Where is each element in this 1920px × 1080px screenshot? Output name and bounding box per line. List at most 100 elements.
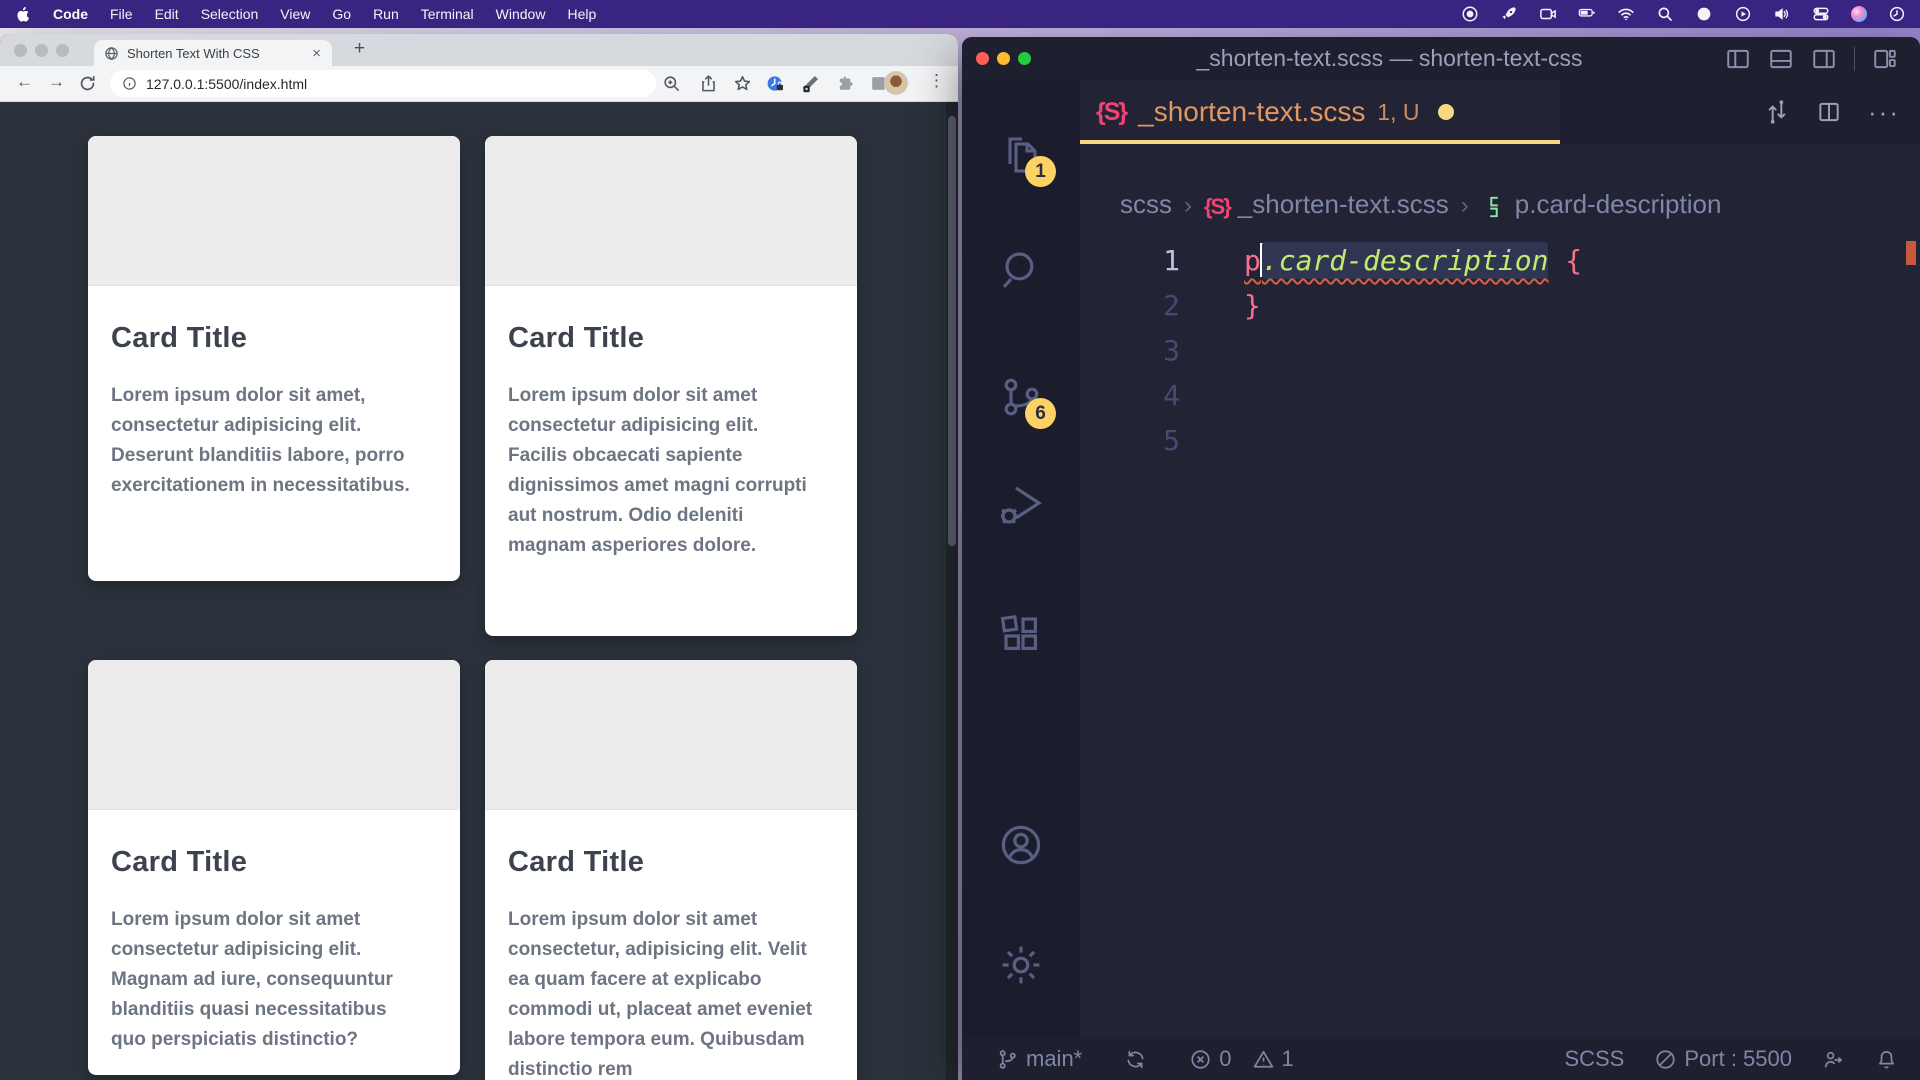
code-line[interactable]: 1 p.card-description { — [1080, 238, 1920, 283]
open-changes-icon[interactable] — [1764, 99, 1790, 125]
close-tab-icon[interactable]: × — [309, 45, 324, 62]
menu-app-name[interactable]: Code — [53, 6, 88, 22]
menu-item-selection[interactable]: Selection — [201, 6, 259, 22]
card: Card Title Lorem ipsum dolor sit amet co… — [485, 136, 857, 636]
card-image-placeholder — [88, 660, 460, 810]
minimize-window-button[interactable] — [35, 44, 48, 57]
warnings-icon — [1252, 1048, 1275, 1071]
breadcrumb-symbol[interactable]: p.card-description — [1515, 189, 1722, 220]
menu-item-file[interactable]: File — [110, 6, 133, 22]
breadcrumb-file[interactable]: _shorten-text.scss — [1238, 189, 1449, 220]
line-number[interactable]: 2 — [1080, 283, 1180, 328]
editor-tab[interactable]: {S} _shorten-text.scss 1, U — [1080, 80, 1560, 144]
toggle-secondary-sidebar-icon[interactable] — [1811, 46, 1837, 72]
code-line[interactable]: 3 — [1080, 328, 1920, 373]
minimize-window-button[interactable] — [997, 52, 1010, 65]
code-line[interactable]: 2 } — [1080, 283, 1920, 328]
customize-layout-icon[interactable] — [1872, 46, 1898, 72]
live-server-port-item[interactable]: Port : 5500 — [1654, 1046, 1792, 1072]
port-label: Port : 5500 — [1684, 1046, 1792, 1072]
close-window-button[interactable] — [14, 44, 27, 57]
share-icon[interactable] — [699, 74, 718, 93]
rocket-icon[interactable] — [1500, 5, 1518, 23]
menu-item-window[interactable]: Window — [496, 6, 546, 22]
close-window-button[interactable] — [976, 52, 989, 65]
unsaved-changes-dot[interactable] — [1438, 104, 1454, 120]
new-tab-button[interactable]: + — [348, 38, 371, 60]
menu-item-view[interactable]: View — [280, 6, 310, 22]
screen-record-icon[interactable] — [1539, 5, 1557, 23]
tab-title: Shorten Text With CSS — [127, 46, 309, 61]
line-number[interactable]: 3 — [1080, 328, 1180, 373]
menu-item-go[interactable]: Go — [332, 6, 351, 22]
warning-count: 1 — [1282, 1046, 1294, 1072]
menu-item-run[interactable]: Run — [373, 6, 399, 22]
menu-item-terminal[interactable]: Terminal — [421, 6, 474, 22]
bookmark-star-icon[interactable] — [733, 74, 752, 93]
git-branch-icon — [996, 1048, 1019, 1071]
back-button[interactable]: ← — [16, 72, 33, 92]
siri-icon[interactable] — [1851, 6, 1867, 22]
apple-logo-icon[interactable] — [16, 6, 31, 23]
forward-button[interactable]: → — [48, 72, 65, 92]
extensions-icon[interactable] — [997, 610, 1045, 658]
play-circle-icon[interactable] — [1734, 5, 1752, 23]
site-info-icon[interactable] — [122, 76, 137, 91]
card: Card Title Lorem ipsum dolor sit amet co… — [88, 660, 460, 1075]
menu-item-edit[interactable]: Edit — [155, 6, 179, 22]
volume-icon[interactable] — [1773, 5, 1791, 23]
do-not-disturb-icon[interactable] — [1695, 5, 1713, 23]
card-title: Card Title — [111, 322, 422, 355]
browser-tab-bar: Shorten Text With CSS × + — [0, 34, 958, 66]
wifi-icon[interactable] — [1617, 5, 1635, 23]
address-bar[interactable]: 127.0.0.1:5500/index.html — [110, 70, 656, 97]
menu-item-help[interactable]: Help — [567, 6, 596, 22]
split-editor-icon[interactable] — [1816, 99, 1842, 125]
code-editor[interactable]: 1 p.card-description { 2 } 3 4 5 — [1080, 236, 1920, 1038]
page-scrollbar-thumb[interactable] — [948, 116, 956, 546]
code-line[interactable]: 4 — [1080, 373, 1920, 418]
code-close-brace[interactable]: } — [1244, 283, 1261, 328]
record-icon[interactable] — [1461, 5, 1479, 23]
color-picker-icon[interactable] — [801, 74, 820, 93]
more-options-icon[interactable]: ⋮ — [928, 71, 945, 91]
zoom-in-icon[interactable] — [662, 74, 681, 93]
card-description: Lorem ipsum dolor sit amet consectetur a… — [508, 381, 819, 561]
code-open-brace[interactable]: { — [1565, 244, 1582, 277]
language-mode[interactable]: SCSS — [1564, 1046, 1624, 1072]
git-branch-item[interactable]: main* — [996, 1046, 1082, 1072]
line-number[interactable]: 4 — [1080, 373, 1180, 418]
line-number[interactable]: 5 — [1080, 418, 1180, 463]
feedback-icon[interactable] — [1822, 1048, 1845, 1071]
control-center-icon[interactable] — [1812, 5, 1830, 23]
zoom-window-button[interactable] — [56, 44, 69, 57]
code-class-token[interactable]: .card-description — [1262, 242, 1549, 279]
sync-icon[interactable] — [1124, 1048, 1147, 1071]
code-line[interactable]: 5 — [1080, 418, 1920, 463]
code-tag-token[interactable]: p — [1244, 244, 1261, 277]
profile-avatar[interactable] — [884, 71, 908, 95]
search-icon[interactable] — [997, 246, 1045, 294]
extensions-puzzle-icon[interactable] — [836, 74, 855, 93]
toggle-primary-sidebar-icon[interactable] — [1725, 46, 1751, 72]
problems-item[interactable]: 0 1 — [1189, 1046, 1294, 1072]
reload-icon[interactable] — [78, 74, 97, 93]
browser-tab[interactable]: Shorten Text With CSS × — [94, 40, 332, 66]
settings-gear-icon[interactable] — [997, 941, 1045, 989]
account-icon[interactable] — [997, 821, 1045, 869]
spotlight-search-icon[interactable] — [1656, 5, 1674, 23]
globe-favicon — [104, 46, 119, 61]
notifications-bell-icon[interactable] — [1875, 1048, 1898, 1071]
line-number[interactable]: 1 — [1080, 238, 1180, 283]
vscode-window-title: _shorten-text.scss — shorten-text-css — [1054, 45, 1725, 72]
zoom-window-button[interactable] — [1018, 52, 1031, 65]
toggle-panel-icon[interactable] — [1768, 46, 1794, 72]
run-and-debug-icon[interactable] — [997, 481, 1045, 529]
screen-time-icon[interactable] — [766, 74, 785, 93]
card-title: Card Title — [508, 322, 819, 355]
editor-tab-bar: {S} _shorten-text.scss 1, U ··· — [1080, 80, 1920, 144]
breadcrumb-folder[interactable]: scss — [1120, 189, 1172, 220]
battery-icon[interactable] — [1578, 5, 1596, 23]
more-actions-icon[interactable]: ··· — [1868, 97, 1900, 128]
clock-icon[interactable] — [1888, 5, 1906, 23]
